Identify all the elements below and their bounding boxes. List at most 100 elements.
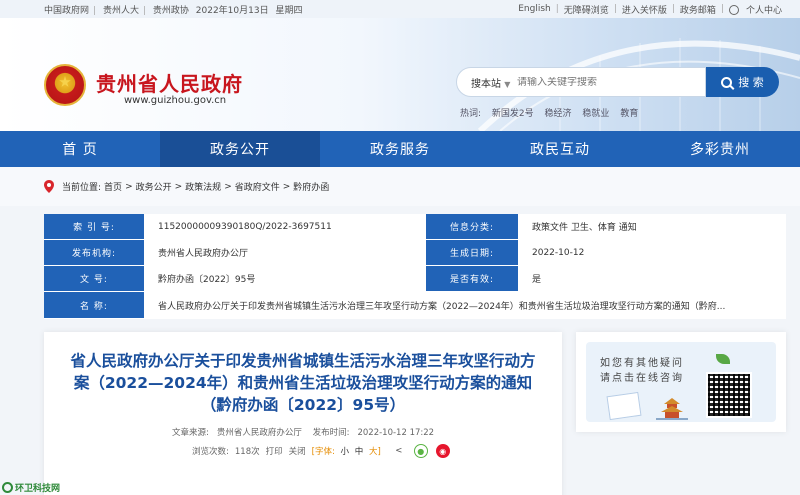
- nav-gov-affairs-open[interactable]: 政务公开: [160, 131, 320, 167]
- publish-time-value: 2022-10-12 17:22: [357, 428, 435, 438]
- breadcrumb-item[interactable]: 政务公开: [136, 180, 172, 193]
- consult-banner: 如您有其他疑问 请点击在线咨询: [586, 342, 776, 422]
- doc-number-label: 文 号:: [44, 266, 144, 291]
- close-link[interactable]: 关闭: [289, 445, 306, 457]
- watermark-text: 环卫科技网: [15, 484, 61, 494]
- divider: |: [142, 5, 146, 16]
- article-tools: 浏览次数: 118次 打印 关闭 [字体: 小 中 大] < ● ◉: [44, 444, 562, 458]
- location-pin-icon: [44, 180, 54, 193]
- search-button-label: 搜 索: [738, 76, 764, 89]
- consult-line-1: 如您有其他疑问: [600, 358, 684, 369]
- search-button[interactable]: 搜 索: [706, 67, 779, 97]
- font-large-button[interactable]: 大]: [369, 447, 381, 457]
- wechat-icon[interactable]: ●: [413, 444, 428, 458]
- breadcrumb-item[interactable]: 省政府文件: [235, 180, 280, 193]
- qr-code: [706, 372, 752, 418]
- consult-line-2: 请点击在线咨询: [600, 373, 684, 384]
- weibo-icon[interactable]: ◉: [435, 444, 450, 458]
- views-value: 118次: [234, 447, 260, 457]
- font-small-button[interactable]: 小: [341, 447, 350, 457]
- site-title[interactable]: 贵州省人民政府: [96, 68, 243, 97]
- font-size-controls: [字体: 小 中 大]: [312, 445, 384, 457]
- divider: |: [555, 4, 559, 14]
- document-illustration: [606, 391, 642, 421]
- share-icon[interactable]: <: [392, 444, 406, 458]
- valid-value: 是: [518, 266, 786, 291]
- nav-gov-services[interactable]: 政务服务: [320, 131, 480, 167]
- watermark: 环卫科技网: [2, 481, 60, 494]
- breadcrumb-item[interactable]: 黔府办函: [293, 180, 329, 193]
- leaf-icon: [716, 354, 730, 364]
- weekday: 星期四: [275, 5, 303, 16]
- source-value: 贵州省人民政府办公厅: [216, 428, 302, 438]
- link-npc[interactable]: 贵州人大: [103, 6, 139, 16]
- breadcrumb-label: 当前位置:: [62, 183, 102, 193]
- font-medium-button[interactable]: 中: [355, 447, 364, 457]
- hot-words-label: 热词:: [460, 109, 482, 119]
- name-value: 省人民政府办公厅关于印发贵州省城镇生活污水治理三年攻坚行动方案（2022—202…: [144, 292, 786, 318]
- divider: |: [720, 4, 724, 14]
- user-center-link[interactable]: 个人中心: [728, 3, 782, 16]
- main-nav: 首 页 政务公开 政务服务 政民互动 多彩贵州: [0, 131, 800, 167]
- divider: |: [671, 4, 675, 14]
- breadcrumb: 当前位置: 首页 > 政务公开 > 政策法规 > 省政府文件 > 黔府办函: [0, 167, 800, 206]
- hot-word[interactable]: 教育: [620, 109, 638, 119]
- breadcrumb-item[interactable]: 政策法规: [185, 180, 221, 193]
- current-date: 2022年10月13日: [195, 5, 269, 16]
- search-input[interactable]: [517, 76, 677, 88]
- breadcrumb-item[interactable]: 首页: [104, 180, 122, 193]
- english-link[interactable]: English: [518, 4, 551, 14]
- article-meta: 文章来源: 贵州省人民政府办公厅 发布时间: 2022-10-12 17:22: [44, 426, 562, 438]
- chevron-down-icon: ▼: [504, 79, 511, 89]
- nav-colorful-guizhou[interactable]: 多彩贵州: [640, 131, 800, 167]
- print-link[interactable]: 打印: [266, 445, 283, 457]
- font-size-label: [字体:: [311, 447, 335, 457]
- hot-word[interactable]: 稳经济: [545, 109, 572, 119]
- article-title: 省人民政府办公厅关于印发贵州省城镇生活污水治理三年攻坚行动方案（2022—202…: [70, 352, 536, 414]
- breadcrumb-sep: >: [125, 181, 133, 192]
- link-cppcc[interactable]: 贵州政协: [153, 6, 189, 16]
- consult-card[interactable]: 如您有其他疑问 请点击在线咨询: [576, 332, 786, 432]
- divider: |: [93, 5, 97, 16]
- publish-time-label: 发布时间:: [312, 428, 350, 438]
- date-label: 生成日期:: [426, 240, 518, 265]
- category-label: 信息分类:: [426, 214, 518, 239]
- search-scope-label: 搜本站: [471, 78, 501, 90]
- hot-word[interactable]: 新国发2号: [492, 109, 534, 119]
- breadcrumb-sep: >: [174, 181, 183, 192]
- category-value: 政策文件 卫生、体育 通知: [518, 214, 786, 239]
- name-label: 名 称:: [44, 292, 144, 318]
- nav-home[interactable]: 首 页: [0, 131, 160, 167]
- divider: |: [613, 4, 617, 14]
- gov-mail-link[interactable]: 政务邮箱: [680, 3, 716, 16]
- breadcrumb-sep: >: [282, 181, 291, 192]
- article-card: 省人民政府办公厅关于印发贵州省城镇生活污水治理三年攻坚行动方案（2022—202…: [44, 332, 562, 495]
- site-url: www.guizhou.gov.cn: [124, 95, 227, 106]
- breadcrumb-sep: >: [224, 181, 232, 192]
- user-center-label: 个人中心: [745, 5, 782, 16]
- table-row: 名 称: 省人民政府办公厅关于印发贵州省城镇生活污水治理三年攻坚行动方案（202…: [44, 292, 786, 319]
- document-info-table: 索 引 号: 11520000009390180Q/2022-3697511 信…: [44, 214, 786, 319]
- valid-label: 是否有效:: [426, 266, 518, 291]
- index-value: 11520000009390180Q/2022-3697511: [144, 214, 426, 239]
- top-utility-bar: 中国政府网 | 贵州人大 | 贵州政协 2022年10月13日 星期四 Englis…: [0, 0, 800, 18]
- elder-mode-link[interactable]: 进入关怀版: [622, 3, 667, 16]
- consult-text: 如您有其他疑问 请点击在线咨询: [600, 356, 684, 386]
- link-gov-cn[interactable]: 中国政府网: [44, 6, 89, 16]
- table-row: 发布机构: 贵州省人民政府办公厅 生成日期: 2022-10-12: [44, 240, 786, 266]
- publisher-value: 贵州省人民政府办公厅: [144, 240, 426, 265]
- pagoda-illustration: [656, 398, 688, 420]
- hot-words: 热词: 新国发2号 稳经济 稳就业 教育: [460, 106, 646, 119]
- search-icon: [721, 76, 733, 88]
- accessibility-link[interactable]: 无障碍浏览: [564, 3, 609, 16]
- table-row: 索 引 号: 11520000009390180Q/2022-3697511 信…: [44, 214, 786, 240]
- publisher-label: 发布机构:: [44, 240, 144, 265]
- search-scope-select[interactable]: 搜本站 ▼: [457, 75, 517, 90]
- national-emblem-logo: [44, 64, 86, 106]
- doc-number-value: 黔府办函〔2022〕95号: [144, 266, 426, 291]
- hot-word[interactable]: 稳就业: [582, 109, 609, 119]
- site-header: 贵州省人民政府 www.guizhou.gov.cn 搜本站 ▼ 搜 索 热词:…: [0, 18, 800, 131]
- nav-public-interaction[interactable]: 政民互动: [480, 131, 640, 167]
- user-icon: [728, 5, 739, 15]
- watermark-logo-icon: [2, 482, 13, 493]
